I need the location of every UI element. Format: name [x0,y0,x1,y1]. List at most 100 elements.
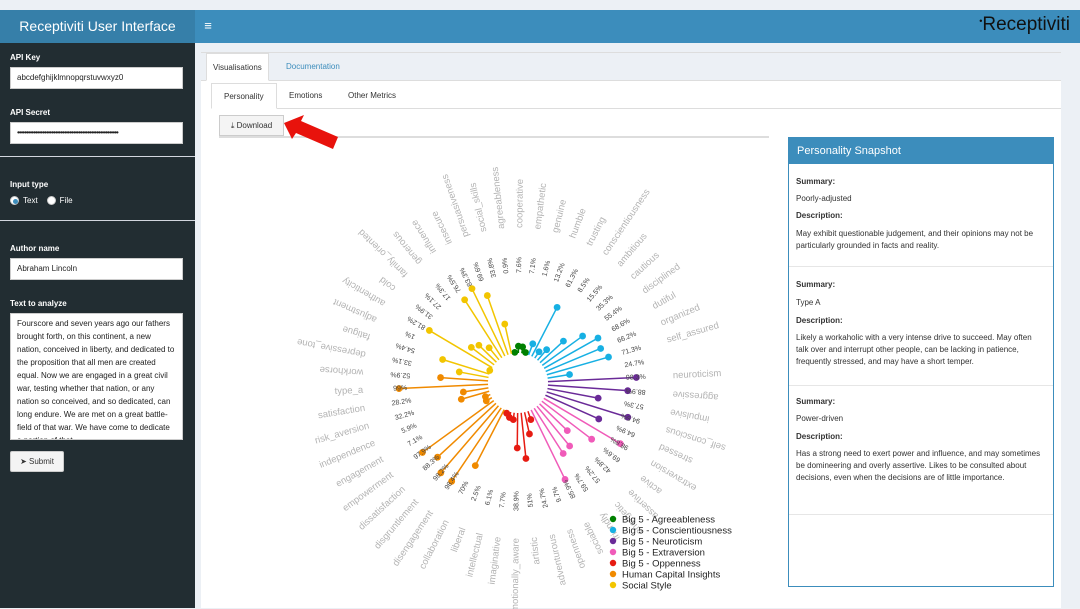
chart-value-label: 38.9% [513,491,520,511]
chart-value-label: 6.1% [484,489,495,506]
text-to-analyze-textarea[interactable]: Fourscore and seven years ago our father… [10,313,183,440]
chart-point [468,344,475,351]
chart-category-label: cooperative [514,179,526,228]
chart-point [595,335,602,342]
snapshot-description-label-1: Description: [796,210,1046,222]
chart-value-label: 69.6% [473,261,486,282]
hamburger-menu-icon[interactable]: ≡ [201,18,215,34]
chart-point [529,340,536,347]
snapshot-description-3: Has a strong need to exert power and inf… [796,448,1046,484]
chart-value-label: 33.1% [392,356,413,367]
chart-point [486,344,493,351]
legend-label: Big 5 - Extraversion [622,547,705,558]
chart-point [605,354,612,361]
chart-point [554,304,561,311]
legend-swatch [610,560,616,566]
chart-value-label: 7.1% [529,258,538,275]
chart-ray [537,406,570,446]
chart-point [560,450,567,457]
chart-value-label: 76.5% [446,273,463,293]
chart-point [543,346,550,353]
chart-value-label: 71.3% [621,345,642,357]
sidebar: API Key abcdefghijklmnopqrstuvwxyz0 API … [0,43,195,608]
chart-category-label: genuine [550,198,569,233]
api-key-input[interactable]: abcdefghijklmnopqrstuvwxyz0 [10,67,183,89]
brand-logo-text: Receptiviti [982,14,1070,35]
chart-category-label: depressive_tone [296,336,367,360]
chart-value-label: 98.2% [432,463,450,483]
author-name-input[interactable]: Abraham Lincoln [10,258,183,280]
chart-value-label: 61.3% [565,268,580,289]
snapshot-description-1: May exhibit questionable judgement, and … [796,228,1046,252]
submit-icon: ➤ [20,457,29,466]
chart-category-label: neuroticism [673,368,722,381]
chart-ray [547,357,609,375]
api-key-label: API Key [10,53,40,62]
legend-swatch [610,538,616,544]
chart-category-label: emotionally_aware [510,538,522,609]
chart-point [523,455,530,462]
chart-category-label: workhorse [319,364,364,378]
chart-point [484,292,491,299]
chart-point [560,338,567,345]
top-navbar: ≡ •Receptiviti [195,10,1080,43]
snapshot-summary-1: Poorly-adjusted [796,193,1046,205]
radio-file[interactable]: File [47,196,73,205]
chart-point [566,371,573,378]
chart-legend: Big 5 - AgreeablenessBig 5 - Conscientio… [610,514,732,591]
chart-value-label: 51% [526,493,534,508]
app-title: Receptiviti User Interface [0,10,195,43]
text-to-analyze-label: Text to analyze [10,299,67,308]
legend-label: Human Capital Insights [622,569,720,580]
radio-file-indicator[interactable] [47,196,56,205]
chart-point [588,436,595,443]
main-panel: Visualisations Documentation Personality… [201,52,1061,608]
api-secret-input[interactable]: ••••••••••••••••••••••••••••••••••••••••… [10,122,183,144]
radio-text-indicator[interactable] [10,196,19,205]
chart-value-label: 2.5% [471,485,483,502]
chart-ray [521,413,526,459]
chart-point [526,431,533,438]
chart-category-label: impulsive [669,406,710,424]
chart-value-label: 66.2% [617,331,638,345]
chart-value-label: 70% [458,480,471,496]
chart-point [439,356,446,363]
chart-value-label: 33.8% [487,257,498,278]
chart-ray [438,403,496,457]
chart-category-label: satisfaction [317,403,366,422]
snapshot-divider [789,514,1053,515]
radio-text[interactable]: Text [10,196,38,205]
input-type-radio-group: Text File [10,196,82,205]
chart-value-label: 55.4% [604,305,624,322]
legend-label: Big 5 - Conscientiousness [622,525,732,536]
submit-button[interactable]: ➤ Submit [10,451,64,472]
red-arrow-shape [284,115,338,149]
chart-point [475,342,482,349]
legend-label: Big 5 - Agreeableness [622,514,715,525]
sidebar-divider [0,156,195,157]
chart-ray [463,388,488,392]
chart-value-label: 7.7% [499,492,508,509]
chart-ray [547,389,598,399]
snapshot-summary-3: Power-driven [796,413,1046,425]
legend-swatch [610,571,616,577]
chart-value-label: 64.9% [615,423,636,437]
chart-value-label: 9.7% [551,486,563,503]
chart-category-label: liberal [449,526,468,554]
chart-point [579,333,586,340]
snapshot-summary-label-3: Summary: [796,396,1046,408]
snapshot-divider [789,385,1053,386]
chart-point [426,327,433,334]
chart-ray [548,385,628,391]
submit-button-label: Submit [29,457,54,466]
chart-value-label: 1% [404,329,416,340]
chart-value-label: 24.7% [539,488,550,509]
legend-label: Social Style [622,580,672,591]
chart-value-label: 32.2% [394,410,415,422]
snapshot-title: Personality Snapshot [789,138,1053,164]
snapshot-divider [789,266,1053,267]
chart-point [536,348,543,355]
chart-value-label: 98.4% [444,471,461,491]
chart-value-label: 5.9% [401,422,418,435]
snapshot-summary-label-1: Summary: [796,176,1046,188]
